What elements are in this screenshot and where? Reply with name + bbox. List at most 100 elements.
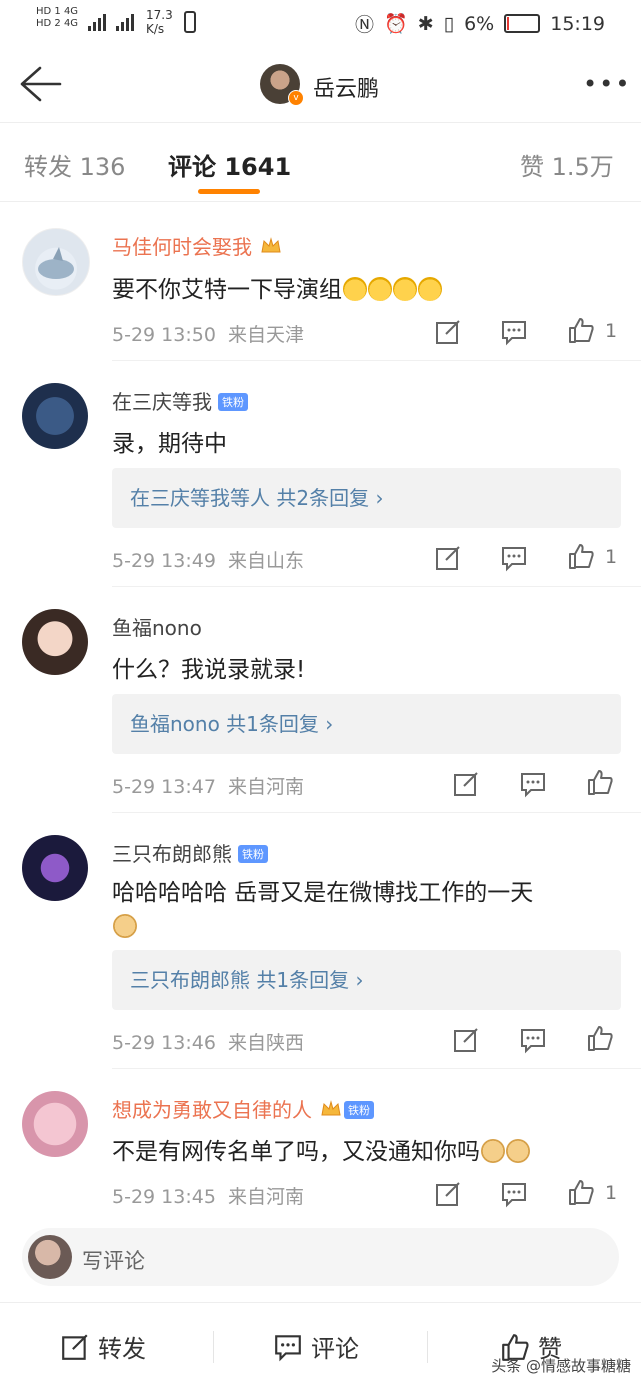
like-icon[interactable] [586,768,614,796]
fan-badge: 铁粉 [344,1101,374,1119]
comment-meta: 5-29 13:45 来自河南 [112,1182,304,1209]
like-count: 1 [605,546,618,568]
status-right: Ⓝ ⏰ ✱ ▯ 6% 15:19 [355,10,605,37]
comment-time: 5-29 13:47 [112,776,216,798]
comment-icon[interactable] [500,544,528,572]
crying-emoji-icon [418,277,442,301]
comment-time: 5-29 13:46 [112,1032,216,1054]
crown-icon [261,237,281,253]
comment-source: 来自河南 [228,1186,305,1208]
tab-likes[interactable]: 赞 1.5万 [520,147,614,182]
vibrate-icon: ▯ [443,12,455,35]
divider [112,586,641,587]
reply-thread-link[interactable]: 鱼福nono 共1条回复 › [112,694,621,754]
comment-username[interactable]: 马佳何时会娶我 [112,231,282,260]
like-icon[interactable] [567,1178,595,1206]
tab-comments[interactable]: 评论 1641 [168,147,291,182]
comment-source: 来自陕西 [228,1032,305,1054]
clock: 15:19 [550,12,605,35]
write-comment-placeholder[interactable]: 写评论 [82,1245,145,1275]
avatar [28,1235,72,1279]
battery-percent: 6% [464,12,495,35]
comment-text: 哈哈哈哈哈 岳哥又是在微博找工作的一天 [112,876,612,944]
share-icon [62,1333,88,1360]
comment-button[interactable]: 评论 [273,1329,359,1364]
divider [213,1331,214,1363]
like-count: 1 [605,320,618,342]
active-tab-indicator [198,189,260,194]
like-count: 1 [605,1182,618,1204]
share-icon[interactable] [434,544,462,572]
header: v 岳云鹏 ••• [0,46,641,123]
reply-thread-link[interactable]: 在三庆等我等人 共2条回复 › [112,468,621,528]
divider [112,812,641,813]
fan-badge: 铁粉 [218,393,248,411]
username-text: 马佳何时会娶我 [112,235,252,259]
watermark: 头条 @情感故事糖糖 [491,1357,631,1375]
username-text: 想成为勇敢又自律的人 [112,1098,312,1122]
comment-username[interactable]: 在三庆等我 铁粉 [112,386,248,415]
comment-time: 5-29 13:50 [112,324,216,346]
comment-icon[interactable] [519,770,547,798]
comment-icon[interactable] [500,1180,528,1208]
tab-bar: 转发 136 评论 1641 赞 1.5万 [0,123,641,202]
alarm-icon: ⏰ [384,13,408,35]
sim2-label: HD 2 4G [36,18,79,29]
reply-thread-link[interactable]: 三只布朗郎熊 共1条回复 › [112,950,621,1010]
comment-body: 不是有网传名单了吗，又没通知你吗 [112,1139,480,1165]
shark-icon [38,247,74,279]
avatar[interactable] [22,228,90,296]
comment-text: 什么？我说录就录! [112,657,306,683]
comment-text: 录，期待中 [112,431,227,457]
avatar[interactable] [22,835,88,901]
divider [112,1068,641,1069]
bluetooth-icon: ✱ [417,12,434,35]
comment-source: 来自天津 [228,324,305,346]
signal-icon [88,14,134,31]
bottom-action-bar: 转发 评论 赞 [0,1302,641,1390]
repost-button[interactable]: 转发 [60,1329,146,1364]
comment-icon [275,1334,301,1361]
speed-value: 17.3 [146,8,173,22]
username-text: 三只布朗郎熊 [112,842,232,866]
like-icon[interactable] [586,1024,614,1052]
comment-label: 评论 [311,1335,359,1363]
share-icon[interactable] [434,1180,462,1208]
more-options-icon[interactable]: ••• [583,70,631,98]
avatar[interactable] [22,609,88,675]
crying-emoji-icon [393,277,417,301]
crying-emoji-icon [343,277,367,301]
comment-icon[interactable] [519,1026,547,1054]
tab-repost[interactable]: 转发 136 [24,147,125,182]
comment-meta: 5-29 13:46 来自陕西 [112,1028,304,1055]
comment-meta: 5-29 13:47 来自河南 [112,772,304,799]
comment-text: 不是有网传名单了吗，又没通知你吗 [112,1132,530,1166]
comment-body: 哈哈哈哈哈 岳哥又是在微博找工作的一天 [112,880,534,906]
comment-time: 5-29 13:45 [112,1186,216,1208]
comment-source: 来自山东 [228,550,305,572]
status-bar: HD 1 4G HD 2 4G 17.3 K/s Ⓝ ⏰ ✱ ▯ 6% 15:1… [0,0,641,46]
battery-level [507,17,510,30]
divider [112,360,641,361]
sim1-label: HD 1 4G [36,6,79,17]
page-title[interactable]: 岳云鹏 [313,71,379,103]
network-speed: 17.3 K/s [146,8,173,36]
comment-username[interactable]: 想成为勇敢又自律的人 铁粉 [112,1094,374,1123]
avatar[interactable] [22,383,88,449]
like-icon[interactable] [567,542,595,570]
comment-username[interactable]: 鱼福nono [112,612,202,641]
fan-badge: 铁粉 [238,845,268,863]
like-icon[interactable] [567,316,595,344]
avatar[interactable] [22,1091,88,1157]
comment-username[interactable]: 三只布朗郎熊 铁粉 [112,838,268,867]
nfc-icon: Ⓝ [355,14,375,36]
share-icon[interactable] [452,1026,480,1054]
repost-label: 转发 [98,1335,146,1363]
back-arrow-icon[interactable] [18,64,62,104]
crown-icon [321,1100,341,1116]
comment-body: 要不你艾特一下导演组 [112,277,342,303]
share-icon[interactable] [434,318,462,346]
verified-badge-icon: v [288,90,304,106]
share-icon[interactable] [452,770,480,798]
comment-icon[interactable] [500,318,528,346]
